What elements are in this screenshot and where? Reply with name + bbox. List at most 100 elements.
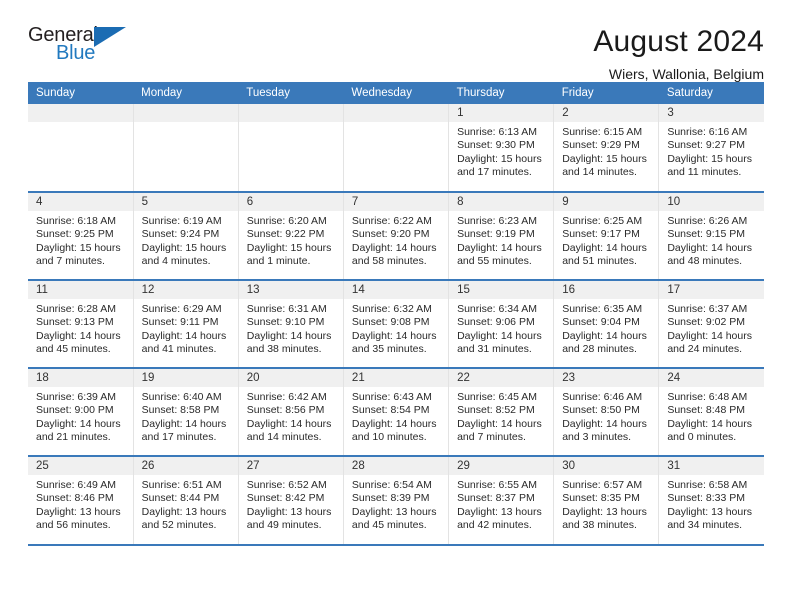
calendar-day-cell[interactable]: 12 Sunrise: 6:29 AM Sunset: 9:11 PM Dayligh… xyxy=(133,279,239,368)
day-number: 5 xyxy=(133,193,238,211)
day-number: 7 xyxy=(343,193,449,211)
calendar-day-cell[interactable]: 25 Sunrise: 6:49 AM Sunset: 8:46 PM Dayligh… xyxy=(28,455,134,544)
calendar-day-cell[interactable]: 10 Sunrise: 6:26 AM Sunset: 9:15 PM Dayligh… xyxy=(658,191,764,280)
weekday-header-sunday: Sunday xyxy=(28,82,134,104)
calendar-day-cell[interactable]: 27 Sunrise: 6:52 AM Sunset: 8:42 PM Dayligh… xyxy=(238,455,344,544)
daylight-text-line1: Daylight: 13 hours xyxy=(246,505,332,518)
calendar-day-cell[interactable]: 29 Sunrise: 6:55 AM Sunset: 8:37 PM Dayligh… xyxy=(448,455,555,544)
weekday-header-saturday: Saturday xyxy=(658,82,764,104)
day-number xyxy=(133,104,238,122)
day-number: 10 xyxy=(659,193,764,211)
sunrise-text: Sunrise: 6:39 AM xyxy=(36,391,116,403)
calendar-day-cell[interactable]: 19 Sunrise: 6:40 AM Sunset: 8:58 PM Dayligh… xyxy=(133,367,239,456)
calendar-day-cell[interactable]: 18 Sunrise: 6:39 AM Sunset: 9:00 PM Dayligh… xyxy=(28,367,134,456)
calendar-day-cell[interactable]: 13 Sunrise: 6:31 AM Sunset: 9:10 PM Dayligh… xyxy=(238,279,344,368)
day-details: Sunrise: 6:32 AM Sunset: 9:08 PM Daylight:… xyxy=(344,299,448,357)
daylight-text-line1: Daylight: 14 hours xyxy=(351,329,437,342)
day-number: 25 xyxy=(28,457,133,475)
day-details: Sunrise: 6:51 AM Sunset: 8:44 PM Daylight:… xyxy=(134,475,238,533)
calendar-day-cell[interactable]: 1 Sunrise: 6:13 AM Sunset: 9:30 PM Daylight… xyxy=(448,104,555,192)
calendar-day-cell[interactable]: 11 Sunrise: 6:28 AM Sunset: 9:13 PM Dayligh… xyxy=(28,279,134,368)
sunrise-text: Sunrise: 6:35 AM xyxy=(562,303,643,315)
daylight-text-line2: and 58 minutes. xyxy=(351,255,427,268)
calendar-day-cell[interactable]: 7 Sunrise: 6:22 AM Sunset: 9:20 PM Daylight… xyxy=(343,191,450,280)
calendar-day-cell[interactable]: 6 Sunrise: 6:20 AM Sunset: 9:22 PM Daylight… xyxy=(238,191,344,280)
calendar-day-cell-empty xyxy=(238,104,344,192)
calendar-day-cell[interactable]: 22 Sunrise: 6:45 AM Sunset: 8:52 PM Dayligh… xyxy=(448,367,555,456)
calendar-day-cell[interactable]: 2 Sunrise: 6:15 AM Sunset: 9:29 PM Daylight… xyxy=(553,104,660,192)
daylight-text-line2: and 56 minutes. xyxy=(36,519,111,532)
calendar-day-cell[interactable]: 31 Sunrise: 6:58 AM Sunset: 8:33 PM Dayligh… xyxy=(658,455,764,544)
sunrise-text: Sunrise: 6:31 AM xyxy=(246,303,327,315)
daylight-text-line2: and 35 minutes. xyxy=(351,343,427,356)
calendar-day-cell[interactable]: 9 Sunrise: 6:25 AM Sunset: 9:17 PM Daylight… xyxy=(553,191,660,280)
calendar-day-cell[interactable]: 17 Sunrise: 6:37 AM Sunset: 9:02 PM Dayligh… xyxy=(658,279,764,368)
calendar-day-cell[interactable]: 23 Sunrise: 6:46 AM Sunset: 8:50 PM Dayligh… xyxy=(553,367,660,456)
sunset-text: Sunset: 9:22 PM xyxy=(246,228,325,241)
daylight-text-line1: Daylight: 15 hours xyxy=(562,152,647,165)
daylight-text-line2: and 45 minutes. xyxy=(351,519,427,532)
calendar-day-cell[interactable]: 26 Sunrise: 6:51 AM Sunset: 8:44 PM Dayligh… xyxy=(133,455,239,544)
calendar-day-cell[interactable]: 8 Sunrise: 6:23 AM Sunset: 9:19 PM Daylight… xyxy=(448,191,555,280)
daylight-text-line1: Daylight: 14 hours xyxy=(457,329,542,342)
daylight-text-line2: and 28 minutes. xyxy=(562,343,637,356)
calendar-day-cell[interactable]: 24 Sunrise: 6:48 AM Sunset: 8:48 PM Dayligh… xyxy=(658,367,764,456)
sunset-text: Sunset: 9:20 PM xyxy=(351,228,430,241)
sunset-text: Sunset: 9:19 PM xyxy=(457,228,535,241)
sunrise-text: Sunrise: 6:18 AM xyxy=(36,215,116,227)
day-details: Sunrise: 6:13 AM Sunset: 9:30 PM Daylight:… xyxy=(449,122,553,180)
day-details: Sunrise: 6:15 AM Sunset: 9:29 PM Daylight:… xyxy=(554,122,658,180)
sunset-text: Sunset: 8:52 PM xyxy=(457,404,535,417)
daylight-text-line1: Daylight: 13 hours xyxy=(562,505,647,518)
day-number: 13 xyxy=(238,281,343,299)
calendar-day-cell[interactable]: 21 Sunrise: 6:43 AM Sunset: 8:54 PM Dayligh… xyxy=(343,367,450,456)
daylight-text-line1: Daylight: 14 hours xyxy=(351,241,437,254)
daylight-text-line2: and 45 minutes. xyxy=(36,343,111,356)
daylight-text-line2: and 52 minutes. xyxy=(141,519,217,532)
day-details: Sunrise: 6:25 AM Sunset: 9:17 PM Daylight:… xyxy=(554,211,658,269)
daylight-text-line2: and 3 minutes. xyxy=(562,431,632,444)
daylight-text-line1: Daylight: 14 hours xyxy=(351,417,437,430)
sunset-text: Sunset: 8:58 PM xyxy=(141,404,220,417)
calendar-week-row: 18 Sunrise: 6:39 AM Sunset: 9:00 PM Dayligh… xyxy=(28,367,764,456)
sunset-text: Sunset: 9:02 PM xyxy=(667,316,745,329)
calendar-week-row: 4 Sunrise: 6:18 AM Sunset: 9:25 PM Daylight… xyxy=(28,191,764,280)
sunset-text: Sunset: 9:00 PM xyxy=(36,404,114,417)
calendar-day-cell[interactable]: 3 Sunrise: 6:16 AM Sunset: 9:27 PM Daylight… xyxy=(658,104,764,192)
sunset-text: Sunset: 9:06 PM xyxy=(457,316,535,329)
day-details: Sunrise: 6:42 AM Sunset: 8:56 PM Daylight:… xyxy=(239,387,343,445)
day-number: 23 xyxy=(554,369,659,387)
sunrise-text: Sunrise: 6:45 AM xyxy=(457,391,538,403)
day-details: Sunrise: 6:26 AM Sunset: 9:15 PM Daylight:… xyxy=(659,211,764,269)
calendar-day-cell[interactable]: 15 Sunrise: 6:34 AM Sunset: 9:06 PM Dayligh… xyxy=(448,279,555,368)
daylight-text-line1: Daylight: 15 hours xyxy=(141,241,227,254)
daylight-text-line2: and 14 minutes. xyxy=(562,166,637,179)
day-details: Sunrise: 6:48 AM Sunset: 8:48 PM Daylight:… xyxy=(659,387,764,445)
sunrise-text: Sunrise: 6:52 AM xyxy=(246,479,327,491)
calendar-day-cell[interactable]: 30 Sunrise: 6:57 AM Sunset: 8:35 PM Dayligh… xyxy=(553,455,660,544)
sunset-text: Sunset: 8:50 PM xyxy=(562,404,640,417)
weekday-header-thursday: Thursday xyxy=(448,82,554,104)
sunset-text: Sunset: 9:24 PM xyxy=(141,228,220,241)
daylight-text-line1: Daylight: 14 hours xyxy=(562,417,647,430)
day-details: Sunrise: 6:18 AM Sunset: 9:25 PM Daylight:… xyxy=(28,211,133,269)
daylight-text-line1: Daylight: 14 hours xyxy=(141,417,227,430)
day-number: 26 xyxy=(133,457,238,475)
sunset-text: Sunset: 9:11 PM xyxy=(141,316,219,329)
daylight-text-line2: and 41 minutes. xyxy=(141,343,217,356)
daylight-text-line1: Daylight: 14 hours xyxy=(246,417,332,430)
daylight-text-line1: Daylight: 13 hours xyxy=(457,505,542,518)
page-header: General Blue August 2024 Wiers, Wallonia… xyxy=(28,0,764,82)
general-blue-logo[interactable]: General Blue xyxy=(28,24,136,70)
calendar-day-cell[interactable]: 28 Sunrise: 6:54 AM Sunset: 8:39 PM Dayligh… xyxy=(343,455,450,544)
calendar-day-cell[interactable]: 5 Sunrise: 6:19 AM Sunset: 9:24 PM Daylight… xyxy=(133,191,239,280)
day-number: 3 xyxy=(659,104,764,122)
calendar-day-cell[interactable]: 14 Sunrise: 6:32 AM Sunset: 9:08 PM Dayligh… xyxy=(343,279,450,368)
calendar-day-cell[interactable]: 16 Sunrise: 6:35 AM Sunset: 9:04 PM Dayligh… xyxy=(553,279,660,368)
sunset-text: Sunset: 9:30 PM xyxy=(457,139,535,152)
sunset-text: Sunset: 9:17 PM xyxy=(562,228,640,241)
calendar-day-cell[interactable]: 20 Sunrise: 6:42 AM Sunset: 8:56 PM Dayligh… xyxy=(238,367,344,456)
calendar-day-cell[interactable]: 4 Sunrise: 6:18 AM Sunset: 9:25 PM Daylight… xyxy=(28,191,134,280)
sunrise-text: Sunrise: 6:54 AM xyxy=(351,479,432,491)
day-number: 15 xyxy=(449,281,554,299)
